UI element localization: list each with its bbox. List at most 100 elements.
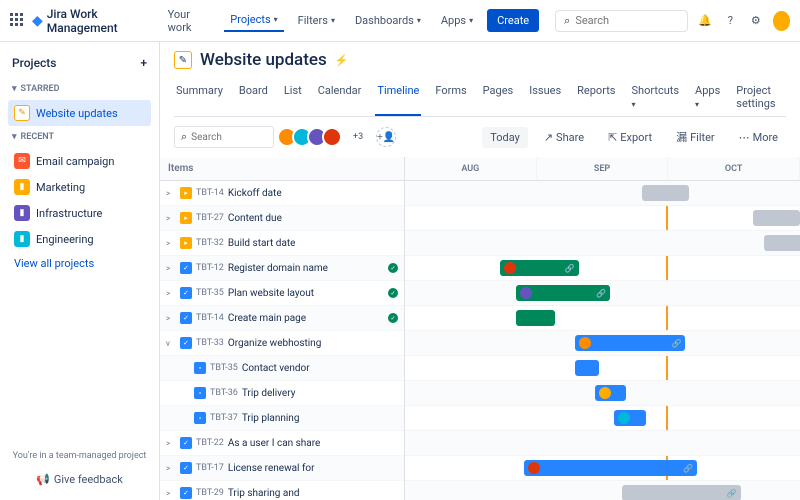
sidebar-item-marketing[interactable]: ▮Marketing [8, 174, 151, 200]
expand-icon[interactable]: v [166, 339, 176, 348]
gantt-bar[interactable] [575, 360, 599, 376]
gantt-row[interactable]: 🔗 [405, 281, 800, 306]
assignee-filter[interactable] [282, 127, 342, 147]
automation-icon[interactable]: ⚡ [335, 54, 349, 67]
issue-key[interactable]: TBT-29 [196, 488, 224, 498]
gantt-bar[interactable] [642, 185, 689, 201]
add-project-icon[interactable]: + [140, 56, 147, 70]
gantt-bar[interactable] [764, 235, 800, 251]
tab-summary[interactable]: Summary [174, 78, 225, 116]
expand-icon[interactable]: > [166, 489, 176, 498]
tab-timeline[interactable]: Timeline [375, 78, 421, 116]
timeline-item-row[interactable]: >▸TBT-14Kickoff date [160, 181, 404, 206]
issue-key[interactable]: TBT-32 [196, 238, 224, 248]
export-button[interactable]: ⇱Export [600, 127, 660, 148]
give-feedback[interactable]: 📢Give feedback [8, 469, 151, 490]
gantt-bar[interactable]: 🔗 [516, 285, 611, 301]
timeline-item-row[interactable]: >✓TBT-17License renewal for [160, 456, 404, 481]
expand-icon[interactable]: > [166, 214, 176, 223]
starred-group[interactable]: ▾STARRED [8, 78, 151, 100]
issue-key[interactable]: TBT-27 [196, 213, 224, 223]
notifications-icon[interactable]: 🔔 [696, 11, 713, 31]
tab-shortcuts[interactable]: Shortcuts ▾ [629, 78, 681, 116]
tab-forms[interactable]: Forms [433, 78, 468, 116]
timeline-item-row[interactable]: >✓TBT-22As a user I can share [160, 431, 404, 456]
sidebar-item-email[interactable]: ✉Email campaign [8, 148, 151, 174]
expand-icon[interactable]: > [166, 189, 176, 198]
nav-dashboards[interactable]: Dashboards▾ [349, 10, 427, 31]
sidebar-item-engineering[interactable]: ▮Engineering [8, 226, 151, 252]
tab-apps[interactable]: Apps ▾ [693, 78, 722, 116]
tab-issues[interactable]: Issues [527, 78, 563, 116]
gantt-row[interactable] [405, 406, 800, 431]
product-logo[interactable]: ◆Jira Work Management [32, 7, 154, 35]
gantt-bar[interactable] [614, 410, 646, 426]
global-search[interactable]: ⌕ [555, 10, 688, 32]
expand-icon[interactable]: > [166, 314, 176, 323]
timeline-item-row[interactable]: >▸TBT-32Build start date [160, 231, 404, 256]
issue-key[interactable]: TBT-35 [196, 288, 224, 298]
issue-key[interactable]: TBT-17 [196, 463, 224, 473]
user-avatar[interactable] [773, 11, 790, 31]
gantt-row[interactable] [405, 206, 800, 231]
issue-key[interactable]: TBT-22 [196, 438, 224, 448]
view-all-projects[interactable]: View all projects [8, 252, 151, 275]
issue-key[interactable]: TBT-12 [196, 263, 224, 273]
timeline-item-row[interactable]: >✓TBT-14Create main page✓ [160, 306, 404, 331]
tab-settings[interactable]: Project settings [734, 78, 786, 116]
add-assignee-button[interactable]: +👤 [376, 127, 396, 147]
gantt-row[interactable] [405, 181, 800, 206]
search-input[interactable] [575, 14, 679, 27]
tab-list[interactable]: List [282, 78, 304, 116]
gantt-bar[interactable] [516, 310, 556, 326]
more-button[interactable]: ⋯More [731, 127, 786, 148]
issue-key[interactable]: TBT-36 [210, 388, 238, 398]
gantt-row[interactable]: 🔗 [405, 256, 800, 281]
timeline-item-row[interactable]: ▫TBT-37Trip planning [160, 406, 404, 431]
gantt-bar[interactable]: 🔗 [575, 335, 686, 351]
nav-projects[interactable]: Projects▾ [224, 9, 283, 32]
issue-key[interactable]: TBT-37 [210, 413, 238, 423]
recent-group[interactable]: ▾RECENT [8, 126, 151, 148]
expand-icon[interactable]: > [166, 239, 176, 248]
issue-key[interactable]: TBT-33 [196, 338, 224, 348]
timeline-item-row[interactable]: >✓TBT-35Plan website layout✓ [160, 281, 404, 306]
gantt-bar[interactable]: 🔗 [622, 485, 741, 500]
tab-board[interactable]: Board [237, 78, 270, 116]
today-button[interactable]: Today [482, 127, 528, 148]
gantt-bar[interactable]: 🔗 [524, 460, 698, 476]
timeline-item-row[interactable]: >✓TBT-29Trip sharing and [160, 481, 404, 500]
sidebar-item-website-updates[interactable]: ✎Website updates [8, 100, 151, 126]
create-button[interactable]: Create [487, 9, 539, 32]
timeline-item-row[interactable]: ▫TBT-35Contact vendor [160, 356, 404, 381]
timeline-search[interactable]: ⌕ [174, 126, 274, 148]
gantt-row[interactable] [405, 231, 800, 256]
timeline-search-input[interactable] [191, 132, 267, 143]
gantt-row[interactable] [405, 381, 800, 406]
gantt-row[interactable] [405, 306, 800, 331]
expand-icon[interactable]: > [166, 439, 176, 448]
issue-key[interactable]: TBT-14 [196, 188, 224, 198]
nav-apps[interactable]: Apps▾ [435, 10, 479, 31]
timeline-item-row[interactable]: ▫TBT-36Trip delivery [160, 381, 404, 406]
gantt-bar[interactable] [595, 385, 627, 401]
settings-icon[interactable]: ⚙ [747, 11, 764, 31]
timeline-item-row[interactable]: >▸TBT-27Content due [160, 206, 404, 231]
tab-calendar[interactable]: Calendar [316, 78, 364, 116]
tab-reports[interactable]: Reports [575, 78, 617, 116]
help-icon[interactable]: ? [722, 11, 739, 31]
expand-icon[interactable]: > [166, 289, 176, 298]
timeline-item-row[interactable]: >✓TBT-12Register domain name✓ [160, 256, 404, 281]
expand-icon[interactable]: > [166, 464, 176, 473]
gantt-row[interactable]: 🔗 [405, 331, 800, 356]
gantt-bar[interactable]: 🔗 [500, 260, 579, 276]
app-switcher-icon[interactable] [10, 13, 24, 29]
gantt-bar[interactable] [753, 210, 800, 226]
gantt-row[interactable] [405, 431, 800, 456]
issue-key[interactable]: TBT-35 [210, 363, 238, 373]
nav-filters[interactable]: Filters▾ [292, 10, 341, 31]
share-button[interactable]: ↗Share [536, 127, 592, 148]
gantt-row[interactable]: 🔗 [405, 456, 800, 481]
nav-your-work[interactable]: Your work [162, 4, 217, 38]
gantt-row[interactable]: 🔗 [405, 481, 800, 500]
